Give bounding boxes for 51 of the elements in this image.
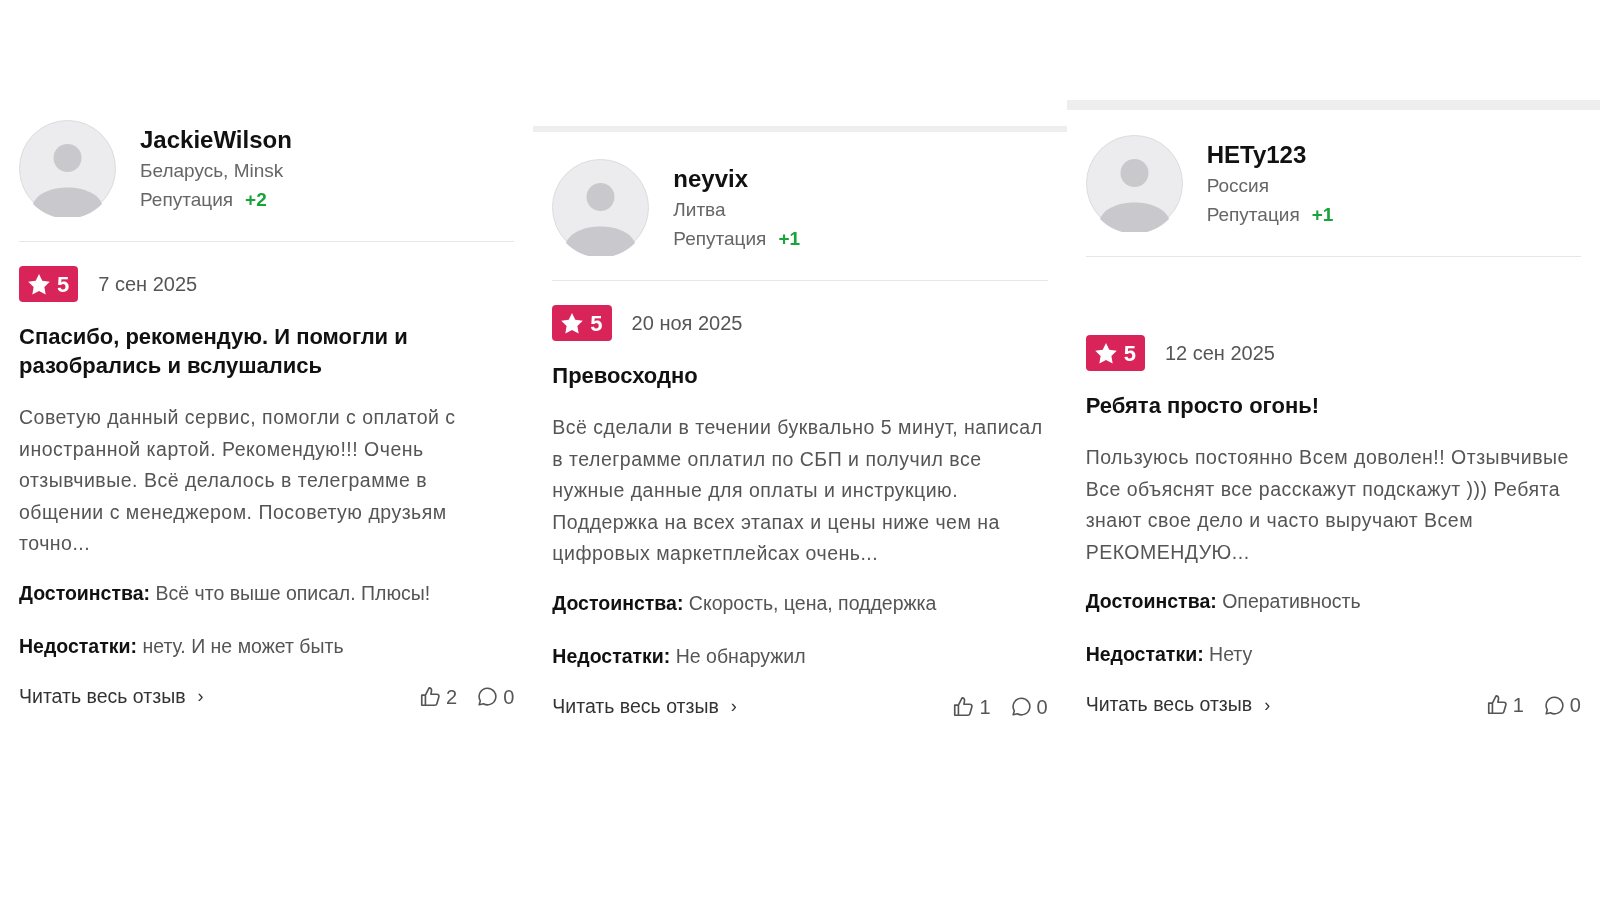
author-name[interactable]: JackieWilson <box>140 123 292 156</box>
review-date: 12 сен 2025 <box>1164 341 1275 366</box>
comment-icon <box>477 686 499 707</box>
cons-text: Недостатки: Нету <box>1085 642 1254 667</box>
reputation-label: Репутация <box>1206 202 1300 227</box>
rating-badge: 5 <box>19 266 79 302</box>
review-date: 7 сен 2025 <box>98 272 198 297</box>
cons-text: Недостатки: нету. И не может быть <box>19 633 345 659</box>
like-button[interactable]: 2 <box>419 681 458 712</box>
pros-text: Достоинства: Скорость, цена, поддержка <box>552 590 938 616</box>
review-title: Превосходно <box>552 362 699 390</box>
thumbs-up-icon <box>419 685 442 708</box>
rating-badge: 5 <box>552 305 612 341</box>
author-location: Беларусь, Minsk <box>140 158 285 183</box>
author-location: Литва <box>673 197 727 222</box>
comment-button[interactable]: 0 <box>1543 690 1581 720</box>
author-location: Россия <box>1206 173 1270 198</box>
cons-text: Недостатки: Не обнаружил <box>552 643 807 669</box>
reputation-score: +1 <box>1311 202 1334 227</box>
author-name[interactable]: neyvix <box>673 162 801 195</box>
author-name[interactable]: HETy123 <box>1206 138 1334 171</box>
thumbs-up-icon <box>952 695 975 718</box>
thumbs-up-icon <box>1485 694 1508 716</box>
avatar-icon <box>1085 135 1183 232</box>
read-review-link[interactable]: Читать весь отзыв › <box>19 681 204 712</box>
star-icon <box>561 312 584 334</box>
review-text: Пользуюсь постоянно Всем доволен!! Отзывчивые Все объяснят все расскажут подскажут ))) Ребята знают свое дело и часто выручают Всем РЕКОМЕНДУЮ... <box>1085 445 1570 565</box>
comment-button[interactable]: 0 <box>1010 691 1048 722</box>
like-button[interactable]: 1 <box>952 691 991 722</box>
avatar-icon <box>19 120 116 217</box>
star-icon <box>28 273 50 295</box>
like-button[interactable]: 1 <box>1485 690 1524 720</box>
rating-badge: 5 <box>1085 335 1145 371</box>
read-review-link[interactable]: Читать весь отзыв › <box>552 691 737 722</box>
reputation-label: Репутация <box>673 226 767 251</box>
review-title: Ребята просто огонь! <box>1085 392 1321 420</box>
reputation-score: +1 <box>778 226 801 251</box>
comment-icon <box>1543 694 1565 716</box>
review-date: 20 ноя 2025 <box>631 311 743 336</box>
pros-text: Достоинства: Оперативность <box>1085 589 1362 614</box>
reputation-score: +2 <box>245 187 267 212</box>
review-text: Всё сделали в течении буквально 5 минут, написал в телеграмме оплатил по СБП и получил все нужные данные для оплаты и инструкцию. Поддержка на всех этапах и цены ниже чем на цифровых маркетплейсах очень... <box>552 415 1044 566</box>
pros-text: Достоинства: Всё что выше описал. Плюсы! <box>19 580 432 606</box>
reputation-label: Репутация <box>140 187 234 212</box>
comment-button[interactable]: 0 <box>477 681 515 712</box>
review-title: Спасибо, рекомендую. И помогли и разобрались и вслушались <box>19 323 409 380</box>
star-icon <box>1094 342 1117 364</box>
read-review-link[interactable]: Читать весь отзыв › <box>1085 690 1271 720</box>
avatar-icon <box>552 159 650 256</box>
comment-icon <box>1010 696 1032 717</box>
review-text: Советую данный сервис, помогли с оплатой с иностранной картой. Рекомендую!!! Очень отзывчивые. Всё делалось в телеграмме в общении с менеджером. Посоветую друзьям точно... <box>19 405 457 556</box>
